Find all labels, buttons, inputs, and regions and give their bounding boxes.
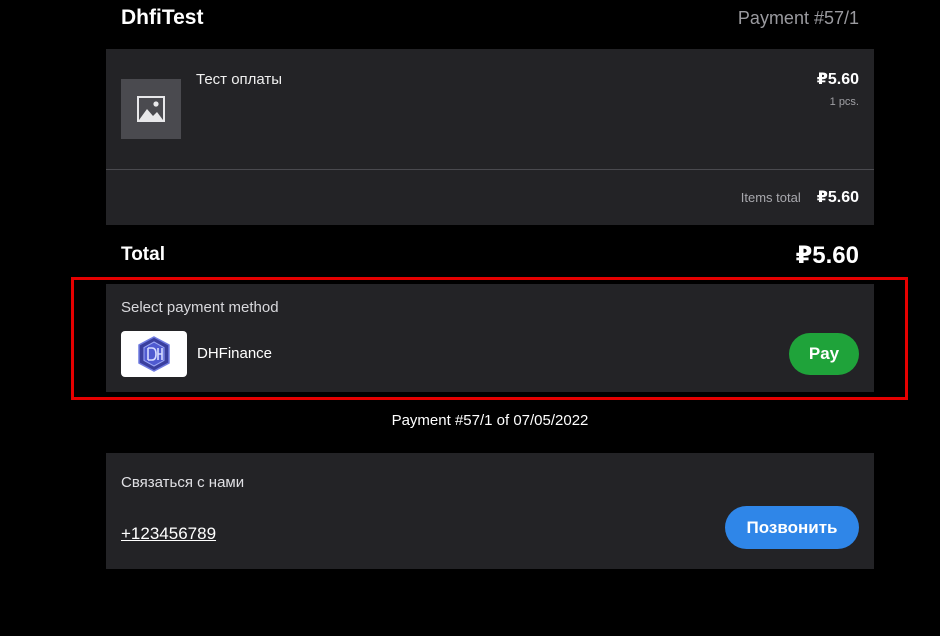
order-items-card: Тест оплаты ₽5.60 1 pcs. Items total ₽5.… — [106, 49, 874, 225]
contact-phone-link[interactable]: +123456789 — [121, 524, 216, 544]
list-item: Тест оплаты ₽5.60 1 pcs. — [121, 69, 859, 139]
page-header: DhfiTest Payment #57/1 — [121, 4, 859, 32]
payment-method-title: Select payment method — [121, 299, 279, 316]
items-total-row: Items total ₽5.60 — [741, 187, 859, 207]
total-value: ₽5.60 — [795, 241, 859, 269]
payment-method-name[interactable]: DHFinance — [197, 345, 272, 362]
total-label: Total — [121, 244, 165, 265]
shop-name: DhfiTest — [121, 6, 204, 29]
call-button[interactable]: Позвонить — [725, 506, 859, 549]
payment-number: Payment #57/1 — [737, 7, 859, 28]
contact-card: Связаться с нами +123456789 Позвонить — [106, 453, 874, 569]
item-price: ₽5.60 — [816, 71, 859, 88]
dhfinance-logo-icon[interactable] — [121, 331, 187, 377]
item-name: Тест оплаты — [196, 71, 283, 88]
item-quantity: 1 pcs. — [829, 96, 859, 108]
items-total-value: ₽5.60 — [816, 189, 859, 206]
pay-button[interactable]: Pay — [789, 333, 859, 375]
divider — [106, 169, 874, 170]
items-total-label: Items total — [740, 189, 801, 205]
contact-title: Связаться с нами — [121, 474, 245, 491]
image-placeholder-icon — [121, 79, 181, 139]
total-row: Total ₽5.60 — [121, 240, 859, 270]
payment-method-card: Select payment method DHFinance Pay — [106, 284, 874, 392]
payment-footer: Payment #57/1 of 07/05/2022 — [391, 412, 589, 429]
